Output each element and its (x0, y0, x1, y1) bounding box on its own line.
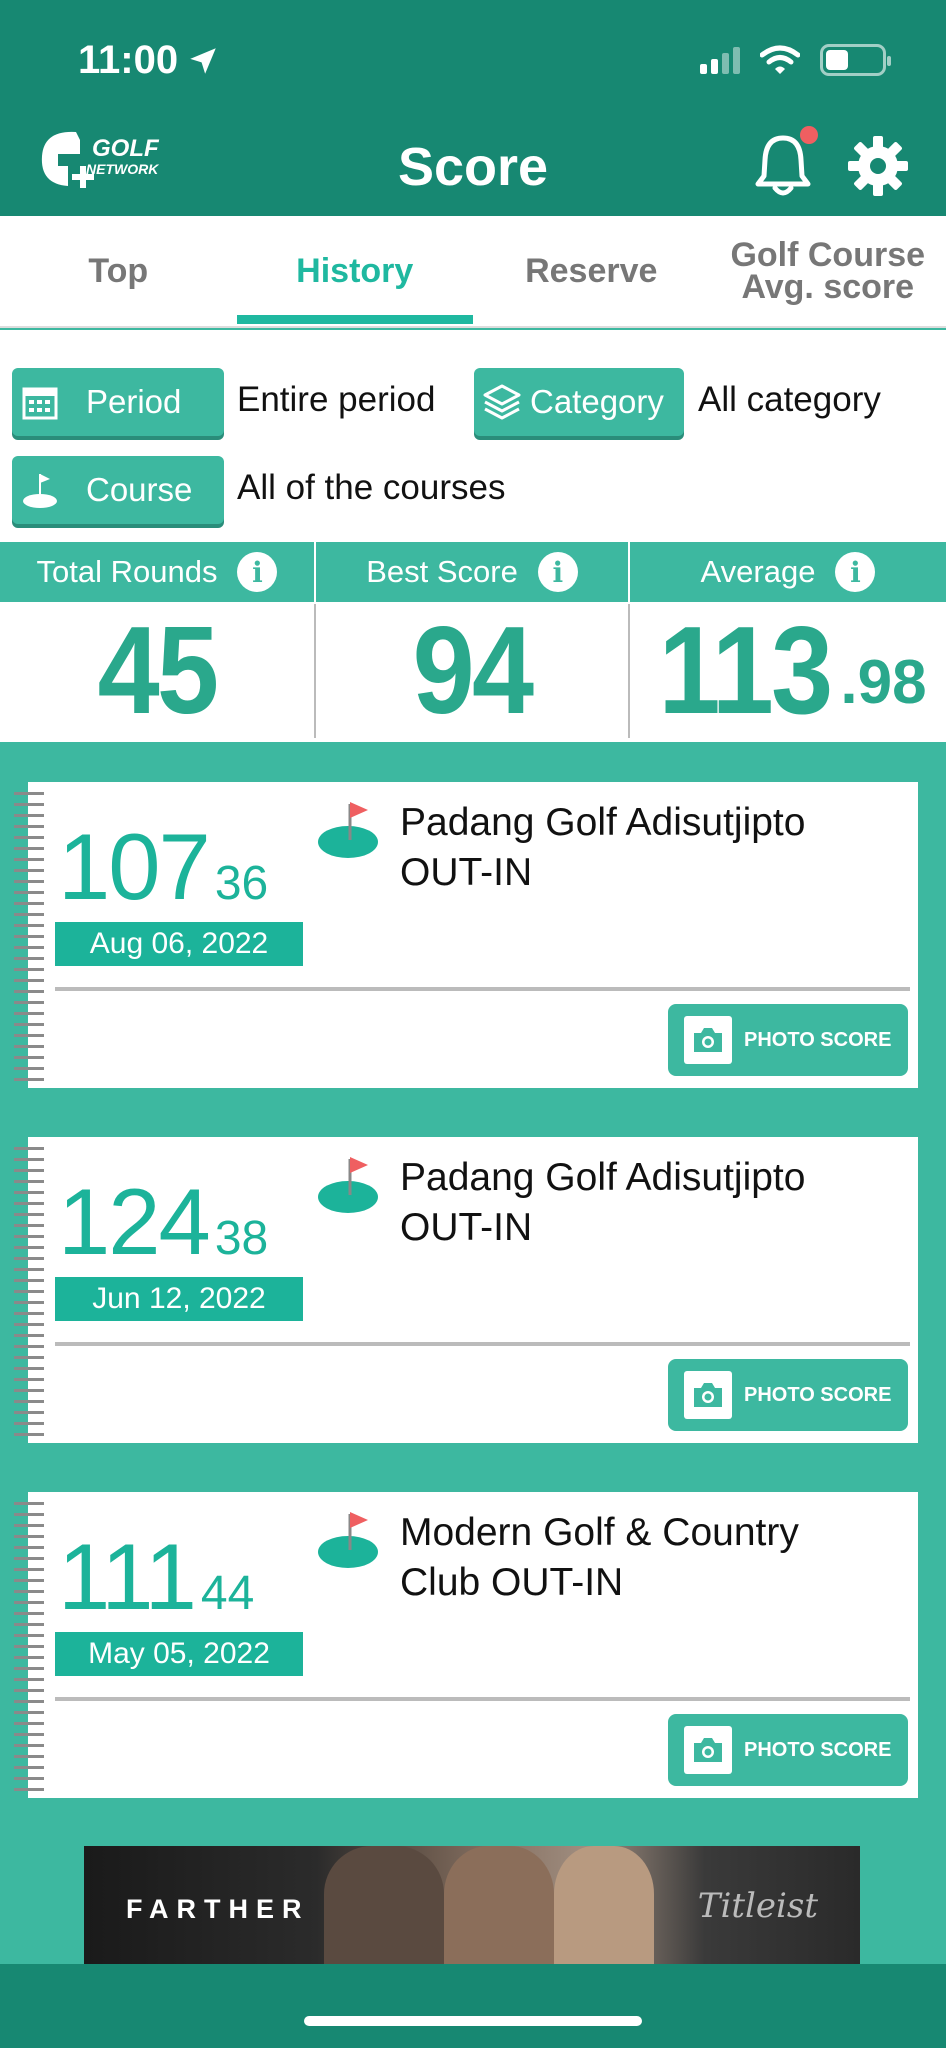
photo-score-button[interactable]: PHOTO SCORE (668, 1714, 908, 1786)
best-score-header: Best Score i (316, 542, 630, 602)
status-indicators (700, 44, 891, 76)
round-score: 107 36 (58, 820, 268, 914)
wifi-icon (760, 45, 800, 74)
course-name-line1: Padang Golf Adisutjipto (400, 1156, 806, 1199)
course-filter-value: All of the courses (237, 468, 506, 507)
round-score: 111 44 (58, 1530, 254, 1624)
ad-banner[interactable]: FARTHER Titleist (84, 1846, 860, 1966)
stats-header: Total Rounds i Best Score i Average i (0, 542, 946, 602)
info-icon[interactable]: i (237, 552, 278, 592)
notebook-spiral (14, 1143, 44, 1437)
tab-bar: Top History Reserve Golf Course Avg. sco… (0, 216, 946, 328)
ad-brand-logo: Titleist (697, 1886, 818, 1926)
average-label: Average (700, 554, 816, 589)
round-score-putts: 44 (200, 1567, 255, 1620)
course-name-line2: OUT-IN (400, 851, 533, 894)
camera-icon (684, 1371, 732, 1419)
layers-icon (474, 382, 530, 422)
average-value-decimal: .98 (840, 648, 927, 717)
golf-flag-icon (318, 1157, 378, 1213)
location-arrow-icon (190, 47, 216, 74)
best-score-label: Best Score (366, 554, 518, 589)
category-filter-value: All category (698, 380, 881, 419)
tab-course-avg-line1: Golf Course (730, 236, 926, 274)
tab-course-avg-score[interactable]: Golf Course Avg. score (710, 216, 946, 326)
battery-icon (820, 44, 891, 76)
course-filter-button[interactable]: Course (12, 456, 224, 524)
category-filter-button[interactable]: Category (474, 368, 684, 436)
info-icon[interactable]: i (835, 552, 876, 592)
average-value-int: 113 (658, 602, 834, 740)
course-name-line1: Padang Golf Adisutjipto (400, 801, 806, 844)
round-card[interactable]: 107 36 Aug 06, 2022 Padang Golf Adisutji… (14, 782, 918, 1088)
photo-score-label: PHOTO SCORE (744, 1738, 892, 1761)
round-score-total: 111 (58, 1524, 197, 1629)
round-card[interactable]: 124 38 Jun 12, 2022 Padang Golf Adisutji… (14, 1137, 918, 1443)
round-score-total: 107 (58, 814, 211, 919)
ad-photo (444, 1846, 554, 1966)
course-name-line1: Modern Golf & Country (400, 1511, 799, 1554)
photo-score-label: PHOTO SCORE (744, 1383, 892, 1406)
ad-photo (554, 1846, 654, 1966)
bottom-bar (0, 1964, 946, 2048)
round-score-total: 124 (58, 1169, 211, 1274)
average-header: Average i (630, 542, 946, 602)
round-date: Jun 12, 2022 (55, 1277, 303, 1321)
tab-history[interactable]: History (236, 216, 474, 326)
period-filter-label: Period (86, 383, 182, 420)
total-rounds-value: 45 (97, 602, 219, 740)
round-course-name: Padang Golf Adisutjipto OUT-IN (400, 798, 900, 898)
tab-top[interactable]: Top (0, 216, 237, 326)
status-time-text: 11:00 (78, 38, 179, 82)
golf-flag-icon (318, 1512, 378, 1568)
notification-badge (800, 126, 818, 144)
notebook-spiral (14, 1498, 44, 1792)
info-icon[interactable]: i (537, 552, 578, 592)
divider (55, 1342, 910, 1346)
period-filter-value: Entire period (237, 380, 436, 419)
period-filter-button[interactable]: Period (12, 368, 224, 436)
category-filter-label: Category (530, 383, 664, 420)
round-course-name: Modern Golf & Country Club OUT-IN (400, 1508, 900, 1608)
average-value-cell: 113 .98 (630, 602, 946, 740)
photo-score-button[interactable]: PHOTO SCORE (668, 1359, 908, 1431)
status-time: 11:00 (78, 38, 220, 83)
round-course-name: Padang Golf Adisutjipto OUT-IN (400, 1153, 900, 1253)
notebook-spiral (14, 788, 44, 1082)
round-date: Aug 06, 2022 (55, 922, 303, 966)
round-score-putts: 36 (214, 857, 269, 910)
photo-score-button[interactable]: PHOTO SCORE (668, 1004, 908, 1076)
course-filter-label: Course (86, 471, 193, 508)
course-name-line2: Club OUT-IN (400, 1561, 624, 1604)
camera-icon (684, 1016, 732, 1064)
home-indicator[interactable] (304, 2016, 642, 2026)
app-header: 11:00 GOLF NETWORK Score (0, 0, 946, 216)
tab-reserve[interactable]: Reserve (473, 216, 710, 326)
total-rounds-label: Total Rounds (36, 554, 218, 589)
total-rounds-header: Total Rounds i (0, 542, 316, 602)
round-score-putts: 38 (214, 1212, 269, 1265)
divider (55, 987, 910, 991)
filter-panel: Period Entire period Category All catego… (0, 330, 946, 542)
ad-headline: FARTHER (126, 1894, 310, 1924)
round-score: 124 38 (58, 1175, 268, 1269)
cellular-signal-icon (700, 46, 740, 74)
stats-values: 45 94 113 .98 (0, 602, 946, 742)
tab-course-avg-line2: Avg. score (741, 268, 915, 306)
course-name-line2: OUT-IN (400, 1206, 533, 1249)
settings-gear-icon[interactable] (846, 134, 910, 198)
best-score-value: 94 (412, 602, 534, 740)
ad-photo (324, 1846, 444, 1966)
golf-flag-icon (12, 470, 68, 510)
round-date: May 05, 2022 (55, 1632, 303, 1676)
photo-score-label: PHOTO SCORE (744, 1028, 892, 1051)
divider (55, 1697, 910, 1701)
camera-icon (684, 1726, 732, 1774)
calendar-icon (12, 382, 68, 422)
total-rounds-value-cell: 45 (0, 602, 316, 740)
best-score-value-cell: 94 (316, 602, 630, 740)
golf-flag-icon (318, 802, 378, 858)
round-card[interactable]: 111 44 May 05, 2022 Modern Golf & Countr… (14, 1492, 918, 1798)
